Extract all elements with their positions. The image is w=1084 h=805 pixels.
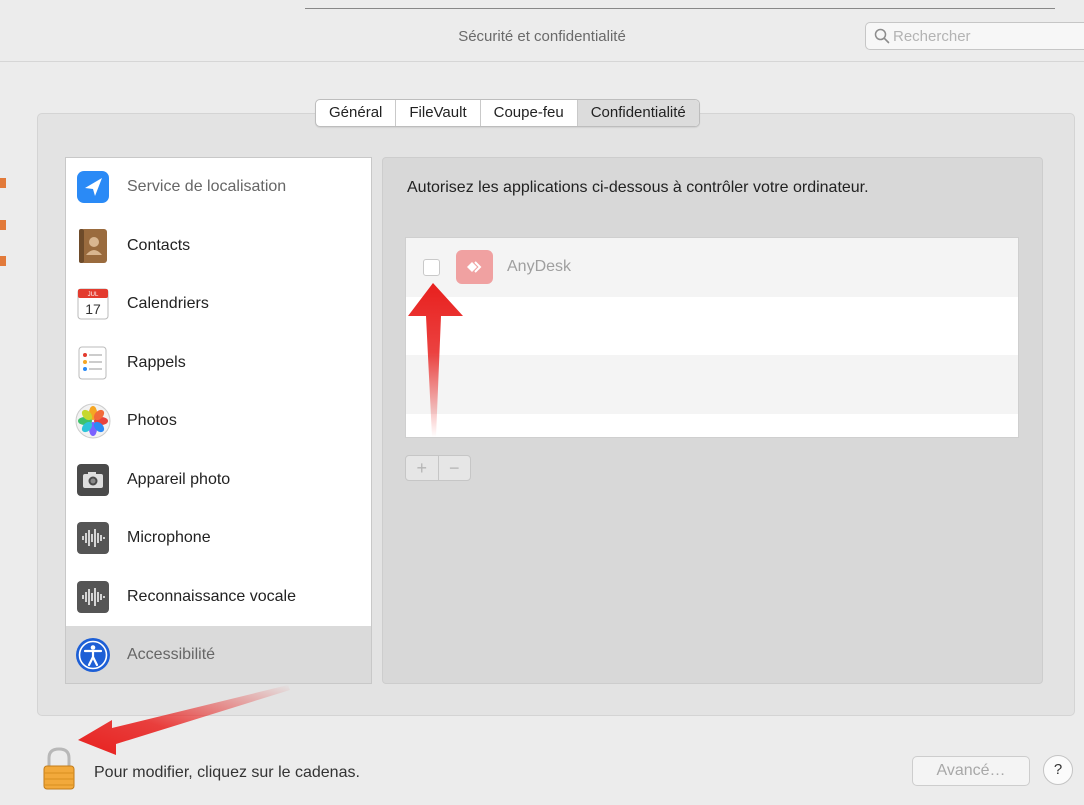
help-button[interactable]: ?	[1043, 755, 1073, 785]
anydesk-icon	[456, 250, 493, 284]
search-icon	[874, 28, 890, 44]
padlock-icon[interactable]	[40, 745, 78, 791]
microphone-waveform-icon	[77, 522, 109, 554]
tab-general[interactable]: Général	[316, 100, 397, 126]
title-bar-divider	[305, 8, 1055, 9]
sidebar-item-label: Appareil photo	[127, 470, 231, 488]
search-input[interactable]	[893, 26, 1073, 46]
add-app-button[interactable]: +	[406, 456, 439, 480]
empty-row	[406, 355, 1018, 414]
tab-firewall[interactable]: Coupe-feu	[481, 100, 578, 126]
contacts-book-icon	[79, 228, 107, 263]
lock-message: Pour modifier, cliquez sur le cadenas.	[94, 764, 360, 781]
empty-row	[406, 297, 1018, 356]
instruction-text: Autorisez les applications ci-dessous à …	[407, 179, 869, 196]
edge-mark	[0, 178, 6, 188]
sidebar-item-microphone[interactable]: Microphone	[66, 509, 371, 568]
sidebar-item-contacts[interactable]: Contacts	[66, 217, 371, 276]
privacy-category-list: Service de localisation Contacts JUL 17 …	[65, 157, 372, 684]
calendar-icon: JUL 17	[77, 288, 109, 320]
sidebar-item-speech-recognition[interactable]: Reconnaissance vocale	[66, 568, 371, 627]
title-bar: Sécurité et confidentialité	[0, 0, 1084, 62]
window-edge	[0, 60, 6, 320]
app-name: AnyDesk	[507, 258, 572, 275]
photos-flower-icon	[75, 403, 111, 439]
calendar-month: JUL	[88, 292, 99, 298]
sidebar-item-label: Microphone	[127, 529, 211, 547]
list-item[interactable]: AnyDesk	[406, 238, 1018, 297]
tab-filevault[interactable]: FileVault	[396, 100, 481, 126]
edge-mark	[0, 256, 6, 266]
sidebar-item-photos[interactable]: Photos	[66, 392, 371, 451]
location-arrow-icon	[77, 171, 109, 203]
sidebar-item-accessibility[interactable]: Accessibilité	[66, 626, 371, 683]
accessibility-icon	[76, 638, 110, 672]
sidebar-item-location[interactable]: Service de localisation	[66, 158, 371, 217]
tab-bar: Général FileVault Coupe-feu Confidential…	[315, 99, 700, 127]
calendar-day: 17	[85, 301, 101, 317]
sidebar-item-camera[interactable]: Appareil photo	[66, 451, 371, 510]
sidebar-item-label: Calendriers	[127, 295, 209, 313]
remove-app-button[interactable]: −	[439, 456, 471, 480]
empty-row	[406, 414, 1018, 438]
sidebar-item-label: Photos	[127, 412, 177, 430]
edge-mark	[0, 220, 6, 230]
sidebar-item-label: Accessibilité	[127, 646, 216, 664]
search-field[interactable]	[865, 22, 1084, 50]
speech-waveform-icon	[77, 580, 109, 613]
add-remove-control: + −	[405, 455, 471, 481]
reminders-icon	[78, 346, 107, 379]
sidebar-item-label: Contacts	[127, 236, 191, 254]
sidebar-item-label: Service de localisation	[127, 178, 287, 196]
sidebar-item-label: Rappels	[127, 353, 186, 371]
sidebar-item-label: Reconnaissance vocale	[127, 587, 296, 605]
advanced-button[interactable]: Avancé…	[912, 756, 1030, 786]
camera-icon	[77, 463, 109, 496]
app-list[interactable]: AnyDesk	[405, 237, 1019, 438]
sidebar-item-calendars[interactable]: JUL 17 Calendriers	[66, 275, 371, 334]
sidebar-item-reminders[interactable]: Rappels	[66, 334, 371, 393]
app-checkbox[interactable]	[423, 259, 440, 276]
tab-privacy[interactable]: Confidentialité	[577, 100, 699, 126]
